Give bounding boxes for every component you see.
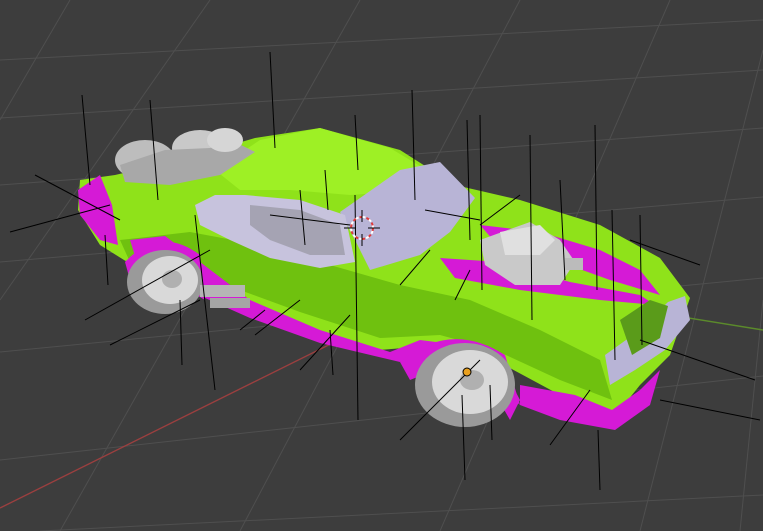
front-wheel [415,343,515,427]
object-origin[interactable] [462,367,472,377]
car-model[interactable] [78,128,690,430]
viewport-canvas[interactable] [0,0,763,531]
3d-viewport[interactable] [0,0,763,531]
underside-exhaust [200,285,250,308]
